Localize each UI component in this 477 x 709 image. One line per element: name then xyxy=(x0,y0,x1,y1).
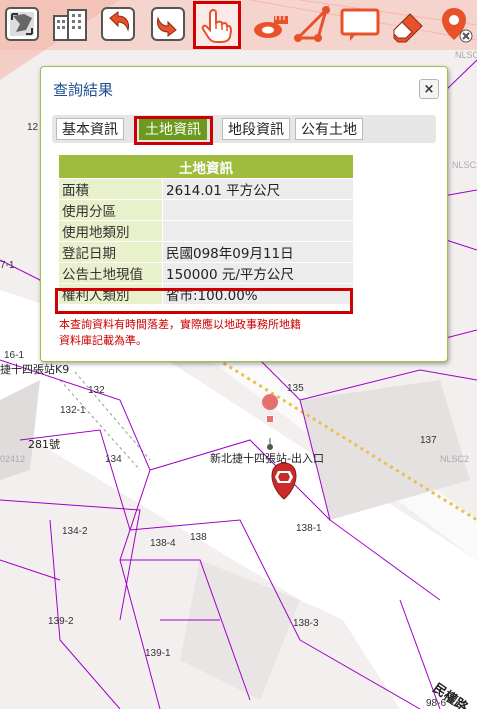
parcel-label-132: 132 xyxy=(88,385,105,396)
table-row: 面積 2614.01 平方公尺 xyxy=(58,178,354,200)
notice-line: 本查詢資料有時間落差，實際應以地政事務所地籍 xyxy=(59,318,301,331)
full-extent-icon xyxy=(5,7,39,41)
table-row: 公告土地現值 150000 元/平方公尺 xyxy=(58,262,354,284)
row-value-registration-date: 民國098年09月11日 xyxy=(162,241,354,263)
locate-button[interactable] xyxy=(432,2,476,46)
tab-section-info[interactable]: 地段資訊 xyxy=(222,118,290,140)
speech-box-icon xyxy=(340,8,380,41)
parcel-label-7-1: 7-1 xyxy=(0,260,15,271)
street-label: 捷十四張站K9 xyxy=(0,362,69,376)
land-info-table: 土地資訊 面積 2614.01 平方公尺 使用分區 使用地類別 登記日期 民國0… xyxy=(58,154,354,305)
nlsc-tag: NLSC2 xyxy=(440,454,469,464)
table-row: 使用地類別 xyxy=(58,220,354,242)
measure-area-button[interactable] xyxy=(290,2,334,46)
buildings-icon xyxy=(53,9,87,41)
row-label-land-use: 使用地類別 xyxy=(58,220,163,242)
parcel-label-137: 137 xyxy=(420,435,437,446)
row-label-registration-date: 登記日期 xyxy=(58,241,163,263)
nlsc-tag: NLSC2 xyxy=(452,160,477,170)
close-icon: × xyxy=(423,81,435,97)
parcel-label-12: 12 xyxy=(27,122,39,133)
undo-arrow-icon xyxy=(101,7,135,41)
buildings-button[interactable] xyxy=(48,2,92,46)
parcel-label-135: 135 xyxy=(287,383,304,394)
row-highlight-box xyxy=(55,288,353,314)
parcel-label-138-3: 138-3 xyxy=(293,618,319,629)
parcel-label-138: 138 xyxy=(190,532,207,543)
parcel-label-139-1: 139-1 xyxy=(145,648,171,659)
measure-distance-button[interactable] xyxy=(246,2,290,46)
row-value-zoning xyxy=(162,199,354,221)
toolbar xyxy=(0,0,477,54)
notice-line: 資料庫記載為準。 xyxy=(59,334,147,347)
triangle-area-icon xyxy=(294,4,330,42)
nlsc-tag: 02412 xyxy=(0,454,25,464)
redo-arrow-icon xyxy=(151,7,185,41)
row-value-area: 2614.01 平方公尺 xyxy=(162,178,354,200)
table-header-row: 土地資訊 xyxy=(58,154,354,179)
eraser-icon xyxy=(393,13,423,43)
undo-button[interactable] xyxy=(96,2,140,46)
row-label-land-value: 公告土地現值 xyxy=(58,262,163,284)
table-header: 土地資訊 xyxy=(58,154,354,179)
text-note-button[interactable] xyxy=(336,2,384,46)
data-notice: 本查詢資料有時間落差，實際應以地政事務所地籍 資料庫記載為準。 xyxy=(59,317,389,349)
ruler-icon xyxy=(254,16,288,38)
parcel-label-132-1: 132-1 xyxy=(60,405,86,416)
parcel-label-134-2: 134-2 xyxy=(62,526,88,537)
tab-public-land[interactable]: 公有土地 xyxy=(295,118,363,140)
dialog-header[interactable]: 查詢結果 × xyxy=(41,67,447,107)
address-label-281: 281號 xyxy=(28,438,60,451)
station-exit-label: 新北捷十四張站-出入口 xyxy=(210,451,324,465)
tab-bar: 基本資訊 土地資訊 地段資訊 公有土地 xyxy=(52,115,436,143)
parcel-label-138-1: 138-1 xyxy=(296,523,322,534)
row-value-land-use xyxy=(162,220,354,242)
parcel-label-16-1: 16-1 xyxy=(4,350,24,361)
parcel-label-134: 134 xyxy=(105,454,122,465)
row-value-land-value: 150000 元/平方公尺 xyxy=(162,262,354,284)
hand-pointer-icon xyxy=(201,8,233,43)
tab-highlight-box xyxy=(134,116,213,145)
full-extent-button[interactable] xyxy=(0,2,44,46)
row-label-area: 面積 xyxy=(58,178,163,200)
query-result-dialog: 查詢結果 × 基本資訊 土地資訊 地段資訊 公有土地 土地資訊 面積 2614.… xyxy=(40,66,448,362)
parcel-label-139-2: 139-2 xyxy=(48,616,74,627)
parcel-label-138-4: 138-4 xyxy=(150,538,176,549)
close-button[interactable]: × xyxy=(419,79,439,99)
eraser-button[interactable] xyxy=(386,2,430,46)
dialog-title: 查詢結果 xyxy=(53,81,114,99)
redo-button[interactable] xyxy=(146,2,190,46)
location-pin-icon xyxy=(442,8,473,43)
row-label-zoning: 使用分區 xyxy=(58,199,163,221)
identify-button[interactable] xyxy=(193,1,241,49)
table-row: 登記日期 民國098年09月11日 xyxy=(58,241,354,263)
tab-basic-info[interactable]: 基本資訊 xyxy=(56,118,124,140)
table-row: 使用分區 xyxy=(58,199,354,221)
